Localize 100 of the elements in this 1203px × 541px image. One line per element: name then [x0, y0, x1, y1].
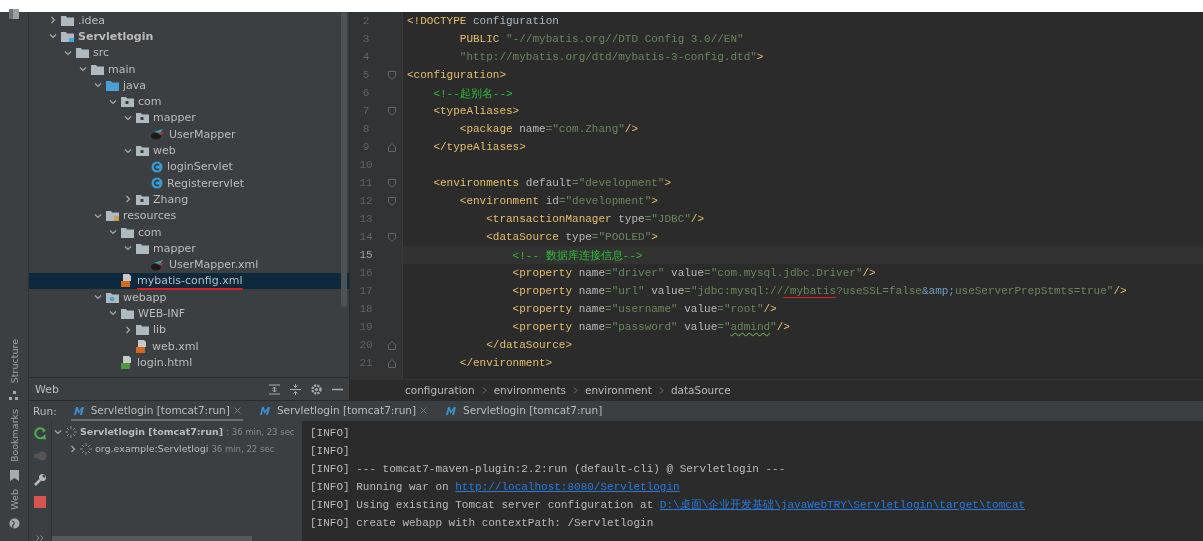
run-tab[interactable]: Servletlogin [tomcat7:run] [443, 401, 605, 421]
tree-item[interactable]: UserMapper [29, 126, 349, 143]
tree-item[interactable]: WEB-INF [29, 305, 349, 322]
tree-item[interactable]: com [29, 223, 349, 241]
expand-all-icon[interactable] [269, 383, 280, 395]
console-line: [INFO] [310, 444, 351, 459]
tree-item[interactable]: lib [29, 321, 349, 338]
breadcrumb[interactable]: configuration [405, 384, 475, 396]
tree-item[interactable]: Zhang [29, 191, 349, 208]
panel-title: Web [35, 382, 59, 396]
folder-icon [121, 96, 134, 108]
tree-item-label: web.xml [152, 339, 199, 353]
chevron-right-icon[interactable] [124, 195, 132, 204]
run-tab[interactable]: Servletlogin [tomcat7:run] [256, 401, 430, 421]
web-tab[interactable]: Web [8, 489, 20, 510]
chevron-down-icon[interactable] [124, 146, 132, 155]
tree-item-label: mapper [153, 241, 196, 255]
breadcrumb[interactable]: dataSource [670, 384, 731, 396]
folder-icon [136, 112, 149, 124]
chevron-down-icon[interactable] [94, 81, 102, 90]
wrench-icon[interactable] [33, 473, 47, 486]
chevron-down-icon[interactable] [94, 293, 102, 302]
spinner-icon [80, 442, 92, 455]
breadcrumb[interactable]: environment [585, 384, 652, 396]
folder-icon [106, 79, 119, 91]
scrollbar[interactable] [52, 536, 252, 541]
chevron-down-icon[interactable] [54, 427, 62, 436]
tree-item[interactable]: Registerervlet [29, 174, 349, 192]
folder-icon [136, 193, 149, 205]
chevron-down-icon[interactable] [64, 48, 72, 57]
more-icon[interactable] [36, 535, 44, 541]
fold-icon[interactable] [388, 106, 396, 116]
run-duration: : 36 min, 23 sec [226, 426, 295, 437]
fold-icon[interactable] [388, 70, 396, 80]
tree-item[interactable]: loginServlet [29, 158, 349, 175]
structure-tab[interactable]: Structure [8, 339, 20, 384]
chevron-right-icon[interactable] [124, 325, 132, 334]
fold-icon[interactable] [388, 196, 396, 206]
tree-item-label: java [123, 78, 147, 92]
tree-item-label: com [138, 95, 162, 109]
console-link[interactable]: D:\桌面\企业开发基础\javaWebTRY\Servletlogin\target\tomcat [659, 499, 1026, 511]
folder-icon [136, 145, 149, 156]
tree-item[interactable]: java [29, 77, 349, 94]
chevron-down-icon[interactable] [109, 309, 117, 318]
spinner-icon [65, 425, 77, 438]
chevron-down-icon[interactable] [49, 32, 57, 41]
tree-item[interactable]: mybatis-config.xml [29, 272, 349, 290]
bookmark-icon[interactable] [9, 470, 19, 482]
code-line: <transactionManager type="JDBC"/> [485, 213, 705, 225]
console-link[interactable]: http://localhost:8080/Servletlogin [455, 481, 680, 493]
tree-item[interactable]: web [29, 142, 349, 159]
chevron-right-icon [658, 386, 664, 394]
tree-item[interactable]: login.html [29, 354, 349, 371]
tree-item-label: Servletlogin [78, 29, 154, 43]
tree-item[interactable]: Servletlogin [29, 28, 349, 45]
chevron-down-icon[interactable] [124, 244, 132, 253]
code-line: </dataSource> [485, 339, 573, 351]
console-line: [INFO] --- tomcat7-maven-plugin:2.2:run (default-cli) @ Servletlogin --- [310, 462, 787, 477]
tree-item[interactable]: com [29, 93, 349, 110]
close-icon[interactable] [233, 406, 241, 414]
fold-icon[interactable] [388, 340, 396, 350]
code-line: <environment id="development"> [458, 195, 658, 207]
folder-icon [136, 324, 149, 336]
chevron-down-icon[interactable] [109, 97, 117, 106]
globe-icon[interactable] [8, 518, 20, 529]
bookmarks-tab[interactable]: Bookmarks [8, 409, 20, 463]
tree-item[interactable]: mapper [29, 109, 349, 127]
run-node-label[interactable]: org.example:Servletlogi [95, 443, 209, 454]
chevron-down-icon[interactable] [109, 228, 117, 236]
tree-item[interactable]: .idea [29, 12, 349, 29]
collapse-all-icon[interactable] [290, 383, 301, 395]
chevron-down-icon[interactable] [94, 211, 102, 220]
tree-item[interactable]: src [29, 44, 349, 61]
chevron-right-icon[interactable] [49, 16, 57, 25]
rerun-icon[interactable] [33, 427, 47, 440]
scrollbar[interactable] [341, 12, 347, 307]
fold-icon[interactable] [388, 232, 396, 242]
tree-item[interactable]: main [29, 60, 349, 78]
tree-item[interactable]: webapp [29, 289, 349, 306]
chevron-down-icon[interactable] [124, 113, 132, 122]
tree-item[interactable]: UserMapper.xml [29, 256, 349, 273]
tree-item-label: com [138, 225, 162, 239]
run-node-label[interactable]: Servletlogin [tomcat7:run] [80, 426, 224, 437]
folder-icon [76, 47, 89, 59]
fold-icon[interactable] [388, 358, 396, 368]
project-icon[interactable] [8, 8, 20, 20]
breadcrumb[interactable]: environments [493, 384, 566, 396]
code-line: <environments default="development"> [432, 177, 672, 189]
folder-icon [61, 30, 74, 42]
structure-icon[interactable] [9, 391, 19, 402]
close-icon[interactable] [420, 406, 428, 414]
tree-item[interactable]: mapper [29, 240, 349, 257]
chevron-right-icon[interactable] [69, 444, 77, 453]
tree-item[interactable]: web.xml [29, 337, 349, 355]
fold-icon[interactable] [388, 142, 396, 152]
html-file-icon [121, 355, 133, 369]
chevron-down-icon[interactable] [79, 65, 87, 74]
fold-icon[interactable] [388, 178, 396, 188]
settings-icon[interactable] [311, 383, 322, 395]
tree-item[interactable]: resources [29, 207, 349, 224]
